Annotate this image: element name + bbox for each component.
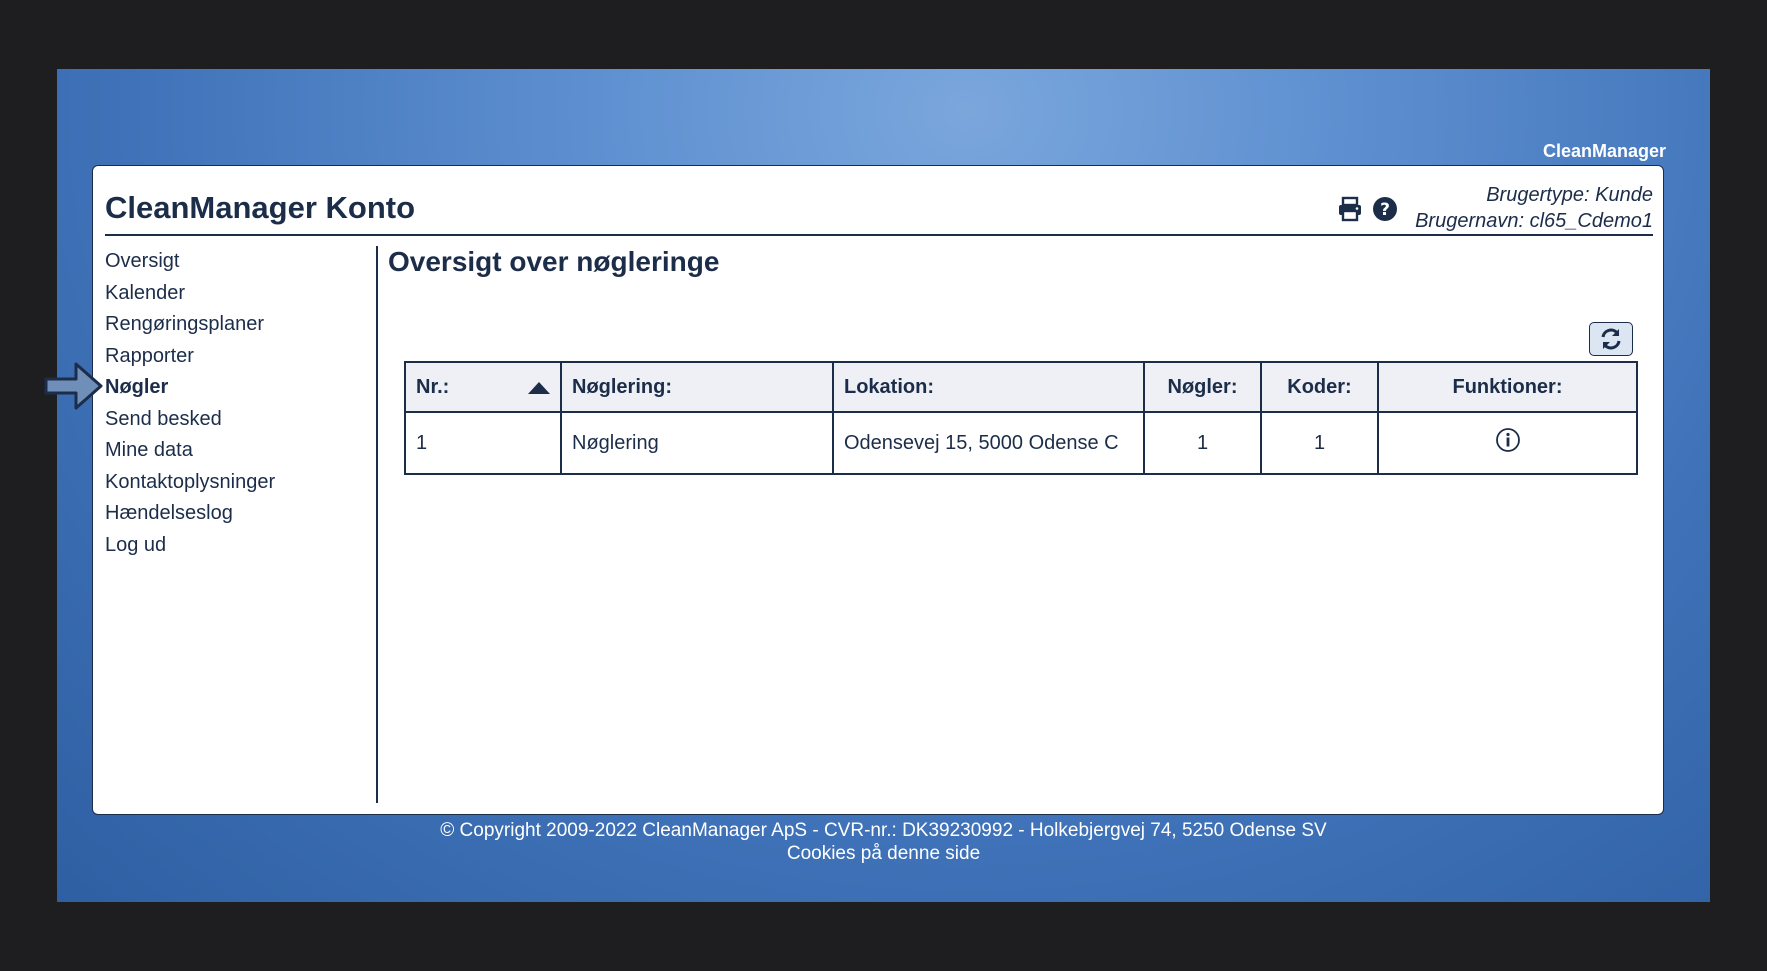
table-row: 1 Nøglering Odensevej 15, 5000 Odense C … xyxy=(404,411,1638,475)
account-panel: CleanManager Konto ? Brugertype: Kunde B… xyxy=(92,165,1664,815)
sidebar-nav: Oversigt Kalender Rengøringsplaner Rappo… xyxy=(105,246,365,561)
cell-keyring: Nøglering xyxy=(560,411,834,475)
column-header-nr[interactable]: Nr.: xyxy=(404,361,562,413)
section-title: Oversigt over nøgleringe xyxy=(388,246,720,277)
help-icon[interactable]: ? xyxy=(1372,196,1398,222)
sidebar-item-nogler[interactable]: Nøgler xyxy=(105,372,365,404)
sidebar-item-rapporter[interactable]: Rapporter xyxy=(105,341,365,373)
sidebar-item-send-besked[interactable]: Send besked xyxy=(105,404,365,436)
column-header-codes[interactable]: Koder: xyxy=(1260,361,1379,413)
brand-label: CleanManager xyxy=(1542,141,1666,161)
sidebar-item-log-ud[interactable]: Log ud xyxy=(105,530,365,562)
cell-nr: 1 xyxy=(404,411,562,475)
column-header-keys[interactable]: Nøgler: xyxy=(1143,361,1262,413)
sidebar-item-kontaktoplysninger[interactable]: Kontaktoplysninger xyxy=(105,467,365,499)
column-header-location[interactable]: Lokation: xyxy=(832,361,1145,413)
refresh-icon xyxy=(1601,328,1621,350)
sidebar-item-haendelseslog[interactable]: Hændelseslog xyxy=(105,498,365,530)
user-type: Brugertype: Kunde xyxy=(1486,184,1653,206)
sidebar-item-oversigt[interactable]: Oversigt xyxy=(105,246,365,278)
column-header-keyring[interactable]: Nøglering: xyxy=(560,361,834,413)
svg-text:?: ? xyxy=(1380,200,1390,220)
cell-functions xyxy=(1377,411,1638,475)
info-icon[interactable] xyxy=(1495,427,1521,453)
cell-keys: 1 xyxy=(1143,411,1262,475)
device-frame: CleanManager CleanManager Konto ? Bruger… xyxy=(0,0,1767,971)
page-title: CleanManager Konto xyxy=(105,190,416,225)
cell-codes: 1 xyxy=(1260,411,1379,475)
sort-ascending-icon[interactable] xyxy=(528,381,550,394)
arrow-right-icon xyxy=(44,362,103,410)
sidebar-item-mine-data[interactable]: Mine data xyxy=(105,435,365,467)
user-info: Brugertype: Kunde Brugernavn: cl65_Cdemo… xyxy=(1415,182,1653,234)
copyright-text: © Copyright 2009-2022 CleanManager ApS -… xyxy=(440,820,1327,841)
column-header-functions: Funktioner: xyxy=(1377,361,1638,413)
cookies-link[interactable]: Cookies på denne side xyxy=(57,842,1710,865)
username: Brugernavn: cl65_Cdemo1 xyxy=(1415,210,1653,232)
refresh-button[interactable] xyxy=(1589,322,1633,356)
sidebar-item-kalender[interactable]: Kalender xyxy=(105,278,365,310)
header-divider xyxy=(105,234,1653,236)
print-icon[interactable] xyxy=(1337,196,1363,222)
footer: © Copyright 2009-2022 CleanManager ApS -… xyxy=(57,819,1710,865)
sidebar-item-rengoringsplaner[interactable]: Rengøringsplaner xyxy=(105,309,365,341)
sidebar-divider xyxy=(376,246,378,803)
table-header-row: Nr.: Nøglering: Lokation: Nøgler: Koder:… xyxy=(404,361,1638,413)
keyring-table: Nr.: Nøglering: Lokation: Nøgler: Koder:… xyxy=(404,361,1638,475)
browser-screen: CleanManager CleanManager Konto ? Bruger… xyxy=(57,69,1710,902)
cell-location: Odensevej 15, 5000 Odense C xyxy=(832,411,1145,475)
